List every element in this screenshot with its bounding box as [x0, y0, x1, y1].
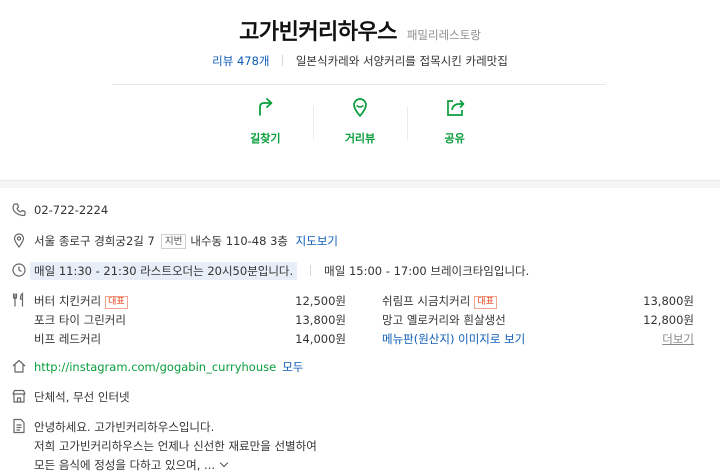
- street-view-icon: [349, 96, 371, 121]
- directions-label: 길찾기: [250, 132, 281, 145]
- place-header: 고가빈커리하우스 패밀리레스토랑 리뷰 478개 일본식카레와 서양커리를 접목…: [0, 0, 720, 180]
- directions-icon: [254, 96, 276, 121]
- divider: [282, 55, 284, 66]
- fork-knife-icon: [11, 292, 27, 308]
- menu-more-link[interactable]: 더보기: [662, 331, 694, 347]
- home-icon: [11, 358, 27, 374]
- place-name: 고가빈커리하우스: [239, 20, 398, 45]
- jibun-address: 내수동 110-48 3층: [190, 234, 288, 248]
- share-button[interactable]: 공유: [407, 96, 502, 152]
- place-category: 패밀리레스토랑: [406, 28, 481, 42]
- street-view-button[interactable]: 거리뷰: [312, 96, 408, 152]
- menu-item-price: 12,800원: [643, 313, 694, 327]
- menu-item-name: 망고 옐로커리와 흰살생선: [382, 313, 506, 327]
- menu-photo-link[interactable]: 메뉴판(원산지) 이미지로 보기: [382, 331, 525, 347]
- divider: [310, 265, 312, 276]
- hours-row: 매일 11:30 - 21:30 라스트오더는 20시50분입니다. 매일 15:…: [0, 262, 720, 280]
- address-row: 서울 종로구 경희궁2길 7 지번 내수동 110-48 3층 지도보기: [0, 232, 720, 250]
- menu-item-price: 12,500원: [295, 294, 346, 308]
- summary-row: 리뷰 478개 일본식카레와 서양커리를 접목시킨 카레맛집: [0, 53, 720, 69]
- title-row: 고가빈커리하우스 패밀리레스토랑: [0, 14, 720, 46]
- phone-row: 02-722-2224: [0, 202, 720, 220]
- street-view-label: 거리뷰: [344, 132, 376, 145]
- homepage-row: http://instagram.com/gogabin_curryhouse 모…: [0, 358, 720, 376]
- road-address: 서울 종로구 경희궁2길 7: [34, 234, 155, 248]
- header-divider: [112, 84, 606, 85]
- hours-text[interactable]: 매일 11:30 - 21:30 라스트오더는 20시50분입니다. 매일 15:…: [30, 262, 530, 280]
- phone-number[interactable]: 02-722-2224: [34, 203, 108, 217]
- menu-item-label: 버터 치킨커리: [34, 294, 102, 308]
- clock-icon: [11, 262, 27, 278]
- address-text: 서울 종로구 경희궁2길 7 지번 내수동 110-48 3층 지도보기: [34, 233, 338, 249]
- store-icon: [11, 388, 27, 404]
- intro-line-expand[interactable]: 모든 음식에 정성을 다하고 있으며, ...: [34, 457, 229, 473]
- share-label: 공유: [444, 132, 465, 145]
- menu-section: 버터 치킨커리 대표 12,500원 쉬림프 시금치커리 대표 13,800원 포크…: [0, 292, 720, 348]
- homepage-text: http://instagram.com/gogabin_curryhouse 모…: [34, 359, 303, 375]
- directions-button[interactable]: 길찾기: [218, 96, 313, 152]
- map-view-link[interactable]: 지도보기: [296, 234, 338, 248]
- place-description: 일본식카레와 서양커리를 접목시킨 카레맛집: [295, 54, 508, 68]
- location-pin-icon: [11, 232, 27, 249]
- intro-line: 모든 음식에 정성을 다하고 있으며, ...: [34, 458, 216, 472]
- document-icon: [11, 418, 27, 434]
- phone-icon: [11, 202, 27, 218]
- menu-item-name: 포크 타이 그린커리: [34, 313, 126, 327]
- signature-badge: 대표: [474, 296, 497, 309]
- homepage-all-link[interactable]: 모두: [282, 360, 303, 374]
- chevron-down-icon[interactable]: [219, 458, 229, 468]
- action-bar: 길찾기 거리뷰 공유: [218, 96, 502, 152]
- menu-item-label: 쉬림프 시금치커리: [382, 294, 471, 308]
- homepage-link[interactable]: http://instagram.com/gogabin_curryhouse: [34, 360, 276, 374]
- menu-item-price: 13,800원: [295, 313, 346, 327]
- section-separator: [0, 180, 720, 188]
- amenities-row: 단체석, 무선 인터넷: [0, 388, 720, 406]
- signature-badge: 대표: [105, 296, 128, 309]
- menu-item-price: 14,000원: [295, 332, 346, 346]
- intro-line: 안녕하세요. 고가빈커리하우스입니다.: [34, 420, 215, 434]
- intro-line: 저희 고가빈커리하우스는 언제나 신선한 재료만을 선별하여: [34, 439, 317, 453]
- break-time: 매일 15:00 - 17:00 브레이크타임입니다.: [324, 264, 530, 278]
- share-icon: [444, 96, 466, 121]
- menu-item-price: 13,800원: [643, 294, 694, 308]
- menu-item-name: 쉬림프 시금치커리 대표: [382, 293, 497, 309]
- menu-item-name: 버터 치킨커리 대표: [34, 293, 128, 309]
- review-count-link[interactable]: 리뷰 478개: [212, 54, 269, 68]
- menu-item-name: 비프 레드커리: [34, 332, 102, 346]
- business-hours: 매일 11:30 - 21:30 라스트오더는 20시50분입니다.: [30, 262, 298, 280]
- amenities-text: 단체석, 무선 인터넷: [34, 390, 130, 404]
- jibun-badge: 지번: [160, 234, 187, 249]
- intro-section: 안녕하세요. 고가빈커리하우스입니다. 저희 고가빈커리하우스는 언제나 신선한…: [0, 418, 720, 474]
